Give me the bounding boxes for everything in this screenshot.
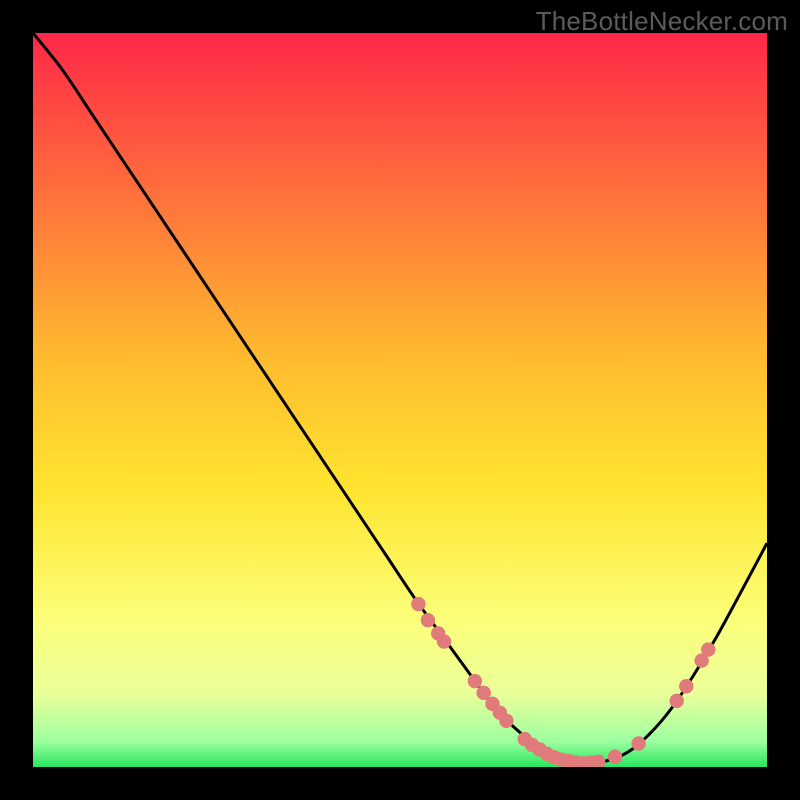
data-point [701, 642, 715, 656]
bottleneck-chart [33, 33, 767, 767]
data-point [437, 634, 451, 648]
data-point [670, 694, 684, 708]
data-point [631, 736, 645, 750]
data-point [499, 714, 513, 728]
watermark-text: TheBottleNecker.com [536, 6, 788, 37]
gradient-background [33, 33, 767, 767]
data-point [421, 613, 435, 627]
data-point [679, 679, 693, 693]
chart-frame: TheBottleNecker.com [0, 0, 800, 800]
data-point [468, 674, 482, 688]
data-point [608, 750, 622, 764]
data-point [411, 597, 425, 611]
